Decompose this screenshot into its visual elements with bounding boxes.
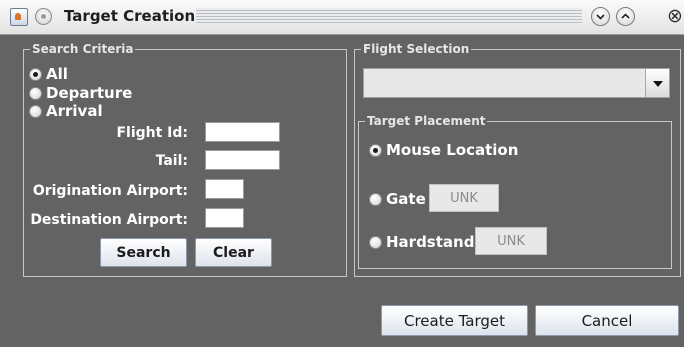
maximize-icon[interactable] bbox=[616, 7, 635, 26]
radio-hardstand[interactable] bbox=[369, 236, 382, 249]
flight-selection-label: Flight Selection bbox=[361, 41, 472, 57]
radio-gate-label[interactable]: Gate bbox=[386, 190, 426, 208]
cancel-button[interactable]: Cancel bbox=[535, 305, 679, 336]
search-button[interactable]: Search bbox=[100, 238, 187, 267]
radio-departure[interactable] bbox=[29, 87, 42, 100]
minimize-icon[interactable] bbox=[591, 7, 610, 26]
window-title: Target Creation bbox=[64, 7, 196, 25]
origination-airport-label: Origination Airport: bbox=[32, 183, 188, 199]
radio-arrival[interactable] bbox=[29, 105, 42, 118]
close-icon[interactable]: ⊗ bbox=[667, 4, 683, 28]
radio-hardstand-label[interactable]: Hardstand bbox=[386, 233, 474, 251]
radio-arrival-label[interactable]: Arrival bbox=[46, 102, 103, 120]
origination-airport-input[interactable] bbox=[205, 179, 244, 199]
title-bar[interactable]: Target Creation ⊗ bbox=[0, 0, 684, 35]
title-bar-grip bbox=[196, 8, 582, 25]
radio-departure-label[interactable]: Departure bbox=[46, 84, 132, 102]
target-creation-window: Target Creation ⊗ Search Criteria All De… bbox=[0, 0, 684, 347]
radio-all-label[interactable]: All bbox=[46, 65, 68, 83]
clear-button[interactable]: Clear bbox=[195, 238, 272, 267]
radio-mouse-location-label[interactable]: Mouse Location bbox=[386, 141, 518, 159]
flight-id-input[interactable] bbox=[205, 122, 280, 142]
gate-field: UNK bbox=[429, 184, 499, 212]
target-placement-label: Target Placement bbox=[365, 113, 488, 129]
window-menu-icon[interactable] bbox=[35, 8, 52, 25]
hardstand-field: UNK bbox=[475, 227, 547, 255]
tail-input[interactable] bbox=[205, 150, 280, 170]
destination-airport-input[interactable] bbox=[205, 208, 244, 228]
app-icon bbox=[10, 8, 28, 26]
create-target-button[interactable]: Create Target bbox=[381, 305, 528, 336]
destination-airport-label: Destination Airport: bbox=[30, 212, 188, 228]
flight-id-label: Flight Id: bbox=[116, 125, 188, 141]
flight-selection-dropdown[interactable] bbox=[363, 68, 670, 98]
radio-gate[interactable] bbox=[369, 193, 382, 206]
radio-mouse-location[interactable] bbox=[369, 144, 382, 157]
radio-all[interactable] bbox=[29, 68, 42, 81]
tail-label: Tail: bbox=[155, 153, 188, 169]
search-criteria-label: Search Criteria bbox=[30, 41, 136, 57]
chevron-down-icon[interactable] bbox=[645, 69, 669, 97]
